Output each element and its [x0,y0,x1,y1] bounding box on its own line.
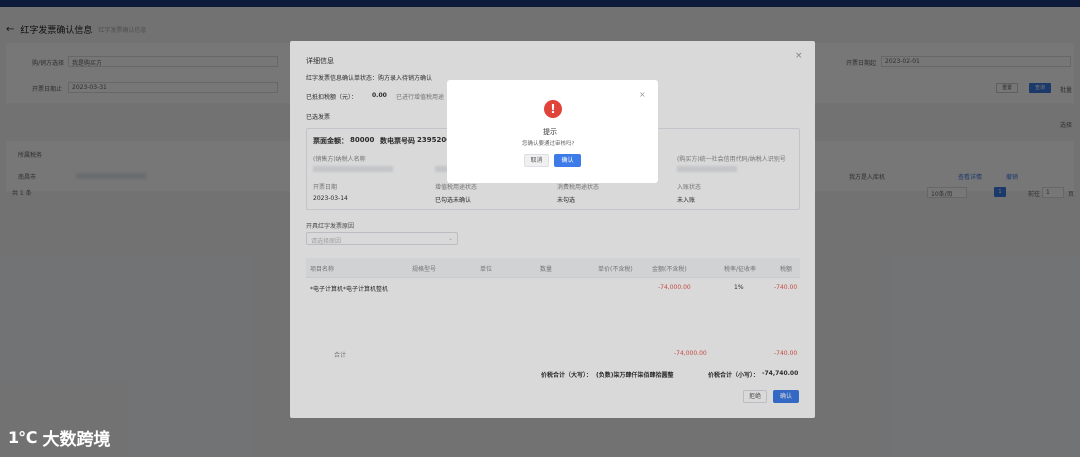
dialog-message: 您确认要通过审核吗? [522,141,575,147]
confirm-dialog: × ! 提示 您确认要通过审核吗? 取消 确认 [447,80,658,183]
cancel-button[interactable]: 取消 [524,154,549,167]
brand-logo-icon: 1℃ [8,428,37,447]
dialog-title: 提示 [543,128,557,136]
confirm-overlay [0,0,1080,457]
watermark: 1℃ 大数跨境 [8,425,111,450]
brand-text: 大数跨境 [42,430,111,450]
ok-button[interactable]: 确认 [554,154,581,167]
warning-icon: ! [544,100,562,118]
close-icon[interactable]: × [639,90,646,99]
